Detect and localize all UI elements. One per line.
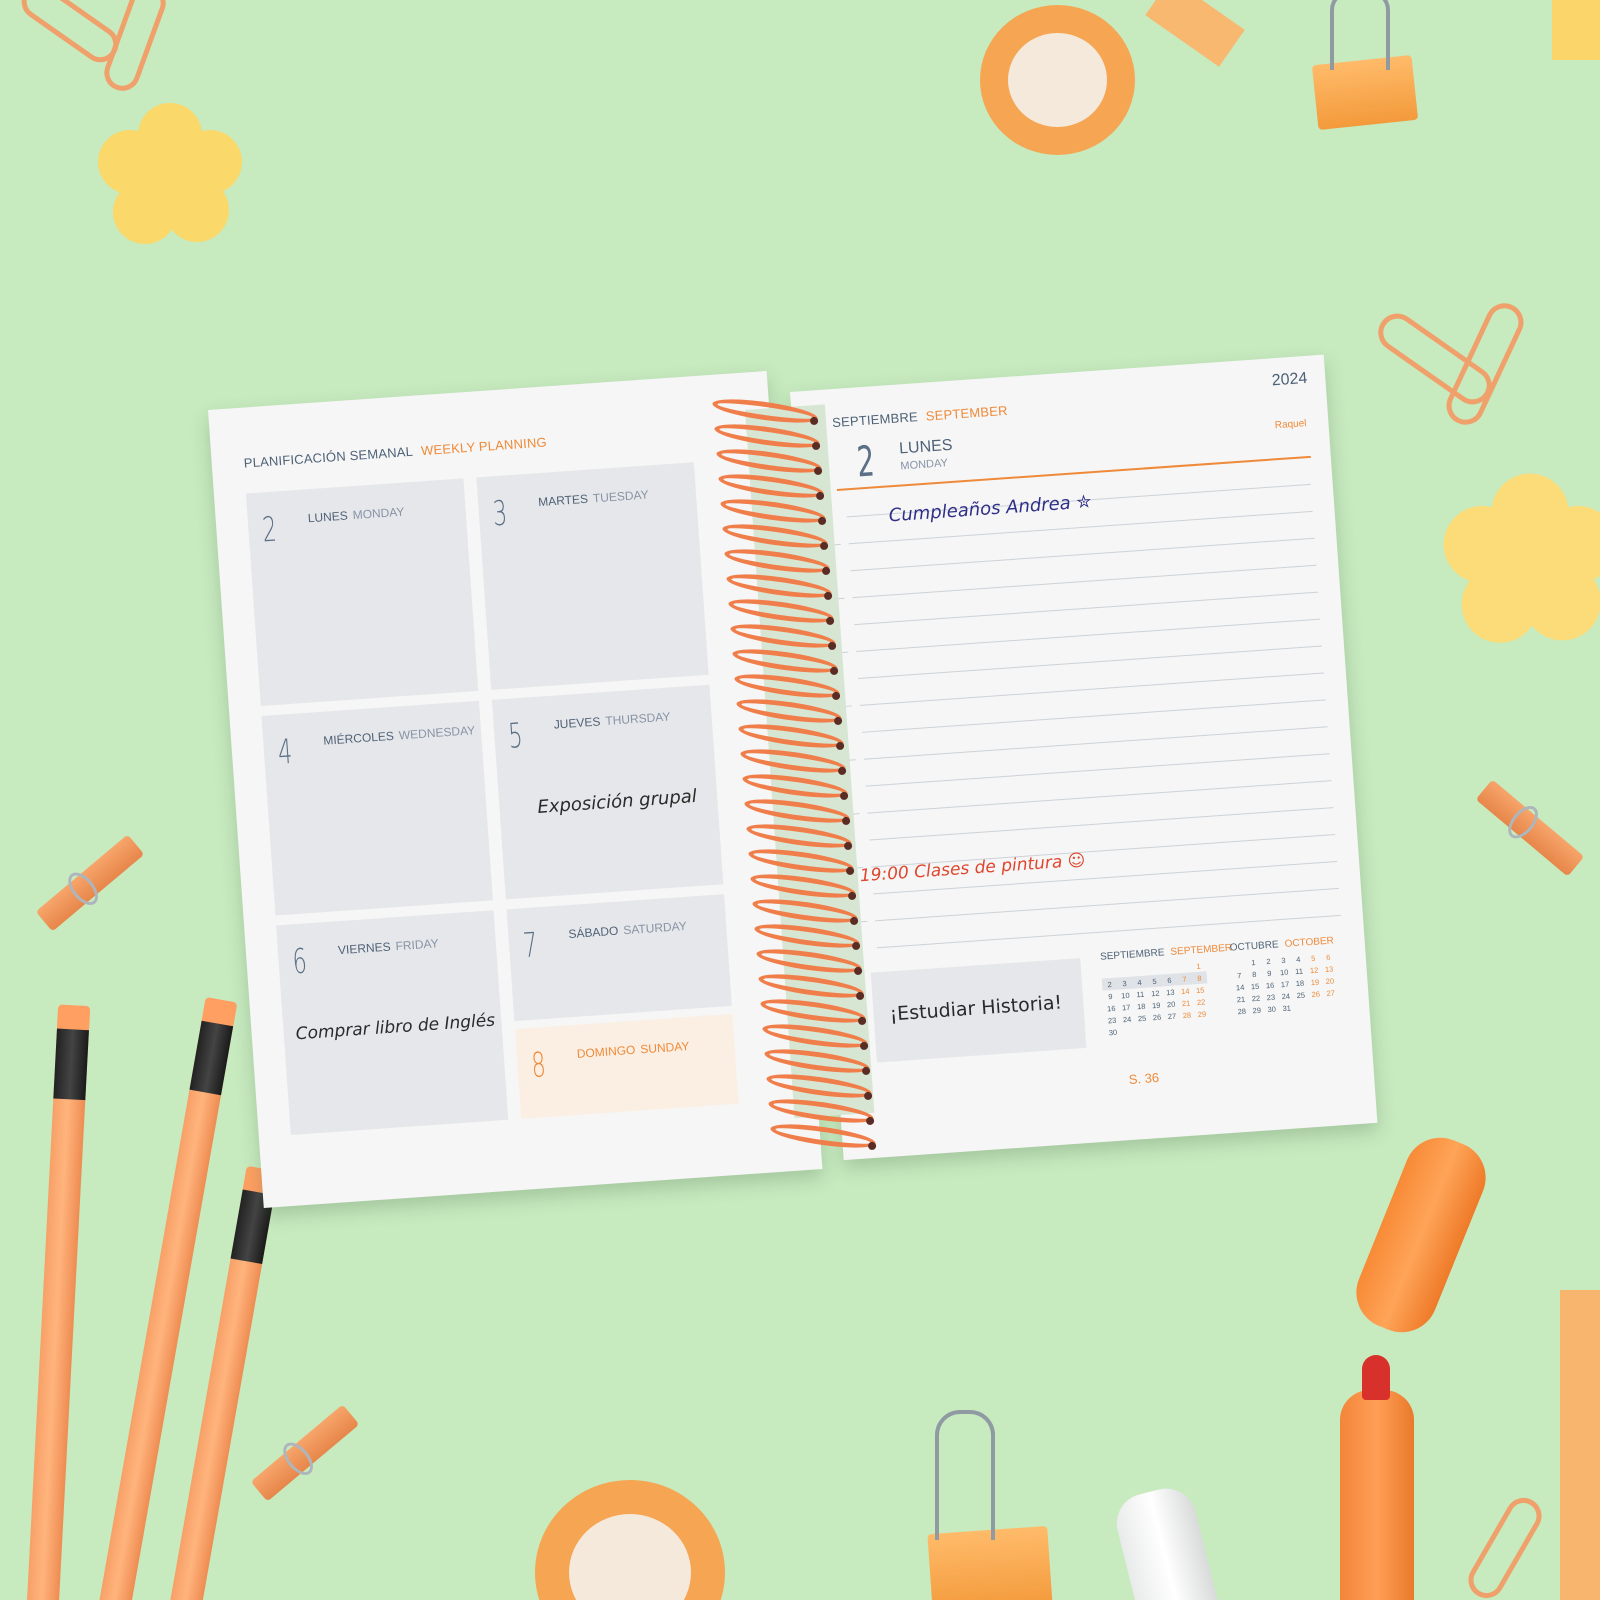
spiral-ring xyxy=(729,619,837,653)
spiral-ring xyxy=(741,769,849,803)
spiral-ring xyxy=(719,494,827,528)
spiral-ring xyxy=(743,794,851,828)
spiral-ring xyxy=(717,469,825,503)
spiral-ring xyxy=(745,819,853,853)
spiral-ring xyxy=(761,1019,869,1053)
spiral-ring xyxy=(747,844,855,878)
spiral-ring xyxy=(721,519,829,553)
spiral-ring xyxy=(723,544,831,578)
spiral-ring xyxy=(769,1119,877,1153)
spiral-ring xyxy=(733,669,841,703)
spiral-ring xyxy=(751,894,859,928)
spiral-ring xyxy=(727,594,835,628)
spiral-ring xyxy=(759,994,867,1028)
spiral-ring xyxy=(737,719,845,753)
spiral-binding xyxy=(0,0,1600,1600)
spiral-ring xyxy=(713,419,821,453)
spiral-ring xyxy=(735,694,843,728)
spiral-ring xyxy=(731,644,839,678)
spiral-ring xyxy=(711,394,819,428)
spiral-ring xyxy=(739,744,847,778)
spiral-ring xyxy=(725,569,833,603)
desk-photo: PLANIFICACIÓN SEMANAL WEEKLY PLANNING 2 L… xyxy=(0,0,1600,1600)
spiral-ring xyxy=(767,1094,875,1128)
spiral-ring xyxy=(749,869,857,903)
spiral-ring xyxy=(765,1069,873,1103)
spiral-ring xyxy=(763,1044,871,1078)
spiral-ring xyxy=(757,969,865,1003)
spiral-ring xyxy=(755,944,863,978)
spiral-ring xyxy=(753,919,861,953)
spiral-ring xyxy=(715,444,823,478)
